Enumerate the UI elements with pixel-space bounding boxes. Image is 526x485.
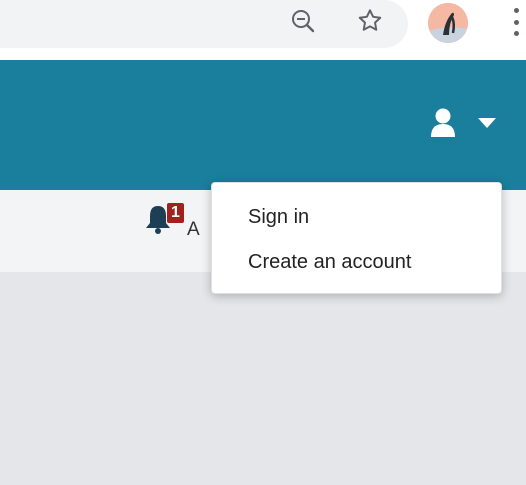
user-menu-toggle[interactable] bbox=[430, 108, 496, 138]
create-account-link[interactable]: Create an account bbox=[212, 246, 501, 291]
bookmark-star-icon[interactable] bbox=[355, 6, 385, 36]
notification-count-badge: 1 bbox=[167, 203, 184, 223]
announcement-text[interactable]: A bbox=[187, 219, 200, 241]
address-bar[interactable] bbox=[0, 0, 408, 48]
browser-toolbar bbox=[0, 0, 526, 60]
zoom-out-icon[interactable] bbox=[288, 6, 318, 36]
page: 1 A Sign in Create an account bbox=[0, 0, 526, 485]
profile-avatar[interactable] bbox=[428, 3, 468, 43]
caret-down-icon bbox=[478, 118, 496, 128]
more-menu-icon[interactable] bbox=[509, 8, 523, 36]
sign-in-link[interactable]: Sign in bbox=[212, 201, 501, 246]
user-dropdown-menu: Sign in Create an account bbox=[211, 182, 502, 294]
user-icon bbox=[431, 108, 455, 137]
site-header bbox=[0, 60, 526, 190]
main-content bbox=[0, 272, 526, 485]
